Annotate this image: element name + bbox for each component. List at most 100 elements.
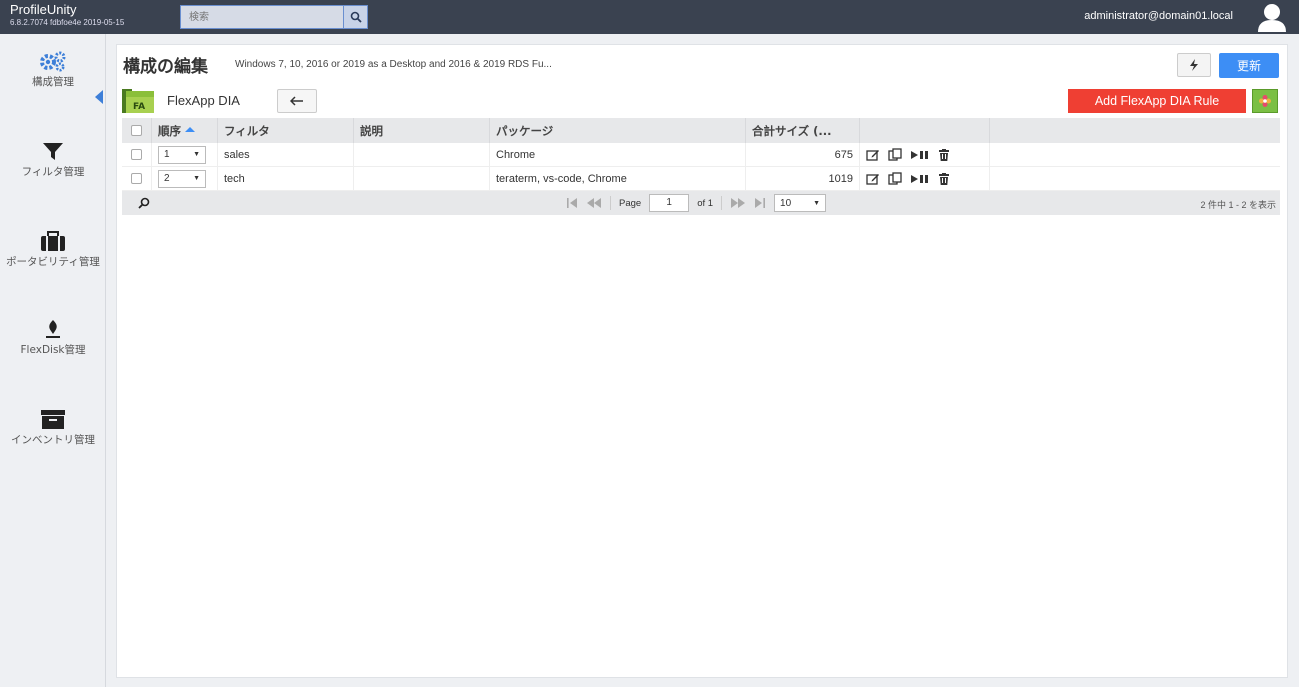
column-header-filter[interactable]: フィルタ xyxy=(218,118,354,143)
chevron-down-icon: ▼ xyxy=(193,175,200,182)
actions-cell xyxy=(860,167,990,190)
page-subtitle: Windows 7, 10, 2016 or 2019 as a Desktop… xyxy=(235,59,552,70)
avatar[interactable] xyxy=(1255,1,1289,33)
column-header-order[interactable]: 順序 xyxy=(152,118,218,143)
row-select-cell xyxy=(122,167,152,190)
sidebar-item-label: インベントリ管理 xyxy=(11,434,95,446)
actions-cell xyxy=(860,143,990,166)
column-label: 順序 xyxy=(158,123,181,138)
last-page-icon[interactable] xyxy=(754,197,766,209)
spacer-cell xyxy=(990,167,1280,190)
order-cell: 2 ▼ xyxy=(152,167,218,190)
column-header-actions xyxy=(860,118,990,143)
table-row[interactable]: 1 ▼ sales Chrome 675 xyxy=(122,143,1280,167)
size-cell: 675 xyxy=(746,143,860,166)
page-title: 構成の編集 xyxy=(123,57,208,77)
sidebar-item-flexdisk[interactable]: FlexDisk管理 xyxy=(0,318,106,358)
sidebar-item-inventory[interactable]: インベントリ管理 xyxy=(0,408,106,448)
first-page-icon[interactable] xyxy=(566,197,578,209)
chevron-down-icon: ▼ xyxy=(813,199,821,207)
chevron-down-icon: ▼ xyxy=(193,151,200,158)
pager: Page 1 of 1 10 ▼ 2 件中 1 - 2 を表示 xyxy=(122,191,1280,215)
filter-cell: tech xyxy=(218,167,354,190)
packages-cell: teraterm, vs-code, Chrome xyxy=(490,167,746,190)
add-flexapp-dia-rule-button[interactable]: Add FlexApp DIA Rule xyxy=(1068,89,1246,113)
refresh-button[interactable]: 更新 xyxy=(1219,53,1279,78)
sidebar-item-label: FlexDisk管理 xyxy=(20,344,86,356)
grid-options-button[interactable] xyxy=(1252,89,1278,113)
user-icon xyxy=(1258,4,1286,32)
play-pause-icon[interactable] xyxy=(910,150,930,160)
edit-icon[interactable] xyxy=(866,173,880,185)
sidebar-item-label: ポータビリティ管理 xyxy=(6,256,100,268)
trash-icon[interactable] xyxy=(938,148,950,161)
column-header-size[interactable]: 合計サイズ (... xyxy=(746,118,860,143)
description-cell xyxy=(354,167,490,190)
user-email[interactable]: administrator@domain01.local xyxy=(1084,10,1233,22)
row-select-cell xyxy=(122,143,152,166)
page-number-input[interactable]: 1 xyxy=(649,194,690,212)
next-page-icon[interactable] xyxy=(730,197,746,209)
packages-cell: Chrome xyxy=(490,143,746,166)
search-box xyxy=(180,5,368,29)
filter-cell: sales xyxy=(218,143,354,166)
search-button[interactable] xyxy=(344,5,368,29)
rules-grid: 順序 フィルタ 説明 パッケージ 合計サイズ (... 1 ▼ sales Chr… xyxy=(122,118,1280,215)
flexdisk-icon xyxy=(46,320,60,338)
collapse-arrow-icon[interactable] xyxy=(94,90,104,104)
app-version: 6.8.2.7074 fdbfoe4e 2019-05-15 xyxy=(10,18,125,27)
top-bar: ProfileUnity 6.8.2.7074 fdbfoe4e 2019-05… xyxy=(0,0,1299,34)
gears-icon xyxy=(40,51,66,72)
filter-icon xyxy=(43,143,63,160)
pager-separator xyxy=(721,196,723,210)
select-all-cell xyxy=(122,118,152,143)
order-cell: 1 ▼ xyxy=(152,143,218,166)
edit-icon[interactable] xyxy=(866,149,880,161)
brand[interactable]: ProfileUnity 6.8.2.7074 fdbfoe4e 2019-05… xyxy=(10,3,124,28)
order-select[interactable]: 1 ▼ xyxy=(158,145,206,164)
column-header-spacer xyxy=(990,118,1280,143)
prev-page-icon[interactable] xyxy=(586,197,602,209)
select-all-checkbox[interactable] xyxy=(131,125,142,136)
sidebar: 構成管理 フィルタ管理 ポータビリティ管理 FlexDisk管理 インベントリ管… xyxy=(0,34,106,687)
grid-header: 順序 フィルタ 説明 パッケージ 合計サイズ (... xyxy=(122,118,1280,143)
archive-icon xyxy=(41,410,65,429)
copy-icon[interactable] xyxy=(888,148,902,161)
copy-icon[interactable] xyxy=(888,172,902,185)
flexapp-icon-text: FA xyxy=(133,102,145,112)
row-checkbox[interactable] xyxy=(131,149,142,160)
page-label: Page xyxy=(619,197,642,209)
quick-action-button[interactable] xyxy=(1177,53,1211,77)
row-checkbox[interactable] xyxy=(131,173,142,184)
bolt-icon xyxy=(1190,59,1198,71)
size-cell: 1019 xyxy=(746,167,860,190)
back-button[interactable] xyxy=(277,89,317,113)
briefcase-icon xyxy=(41,231,65,251)
description-cell xyxy=(354,143,490,166)
pager-info: 2 件中 1 - 2 を表示 xyxy=(1200,200,1276,210)
search-icon[interactable] xyxy=(138,197,150,209)
main-panel: 構成の編集 Windows 7, 10, 2016 or 2019 as a D… xyxy=(116,44,1288,678)
flower-icon xyxy=(1259,95,1271,107)
sidebar-item-filter[interactable]: フィルタ管理 xyxy=(0,140,106,180)
back-arrow-icon xyxy=(290,96,303,106)
page-size-select[interactable]: 10 ▼ xyxy=(774,194,827,212)
pager-controls: Page 1 of 1 10 ▼ xyxy=(566,194,827,212)
play-pause-icon[interactable] xyxy=(910,174,930,184)
section-label: FlexApp DIA xyxy=(167,93,240,108)
table-row[interactable]: 2 ▼ tech teraterm, vs-code, Chrome 1019 xyxy=(122,167,1280,191)
search-input[interactable] xyxy=(180,5,344,29)
column-header-description[interactable]: 説明 xyxy=(354,118,490,143)
spacer-cell xyxy=(990,143,1280,166)
order-value: 1 xyxy=(164,149,170,160)
sidebar-item-portability[interactable]: ポータビリティ管理 xyxy=(0,230,106,270)
sidebar-item-config[interactable]: 構成管理 xyxy=(0,50,106,90)
search-icon xyxy=(350,11,362,23)
sort-icon xyxy=(185,126,195,132)
order-select[interactable]: 2 ▼ xyxy=(158,169,206,188)
page-size-value: 10 xyxy=(780,197,792,209)
trash-icon[interactable] xyxy=(938,172,950,185)
flexapp-icon: FA xyxy=(122,89,154,113)
app-name: ProfileUnity xyxy=(10,2,77,17)
column-header-packages[interactable]: パッケージ xyxy=(490,118,746,143)
